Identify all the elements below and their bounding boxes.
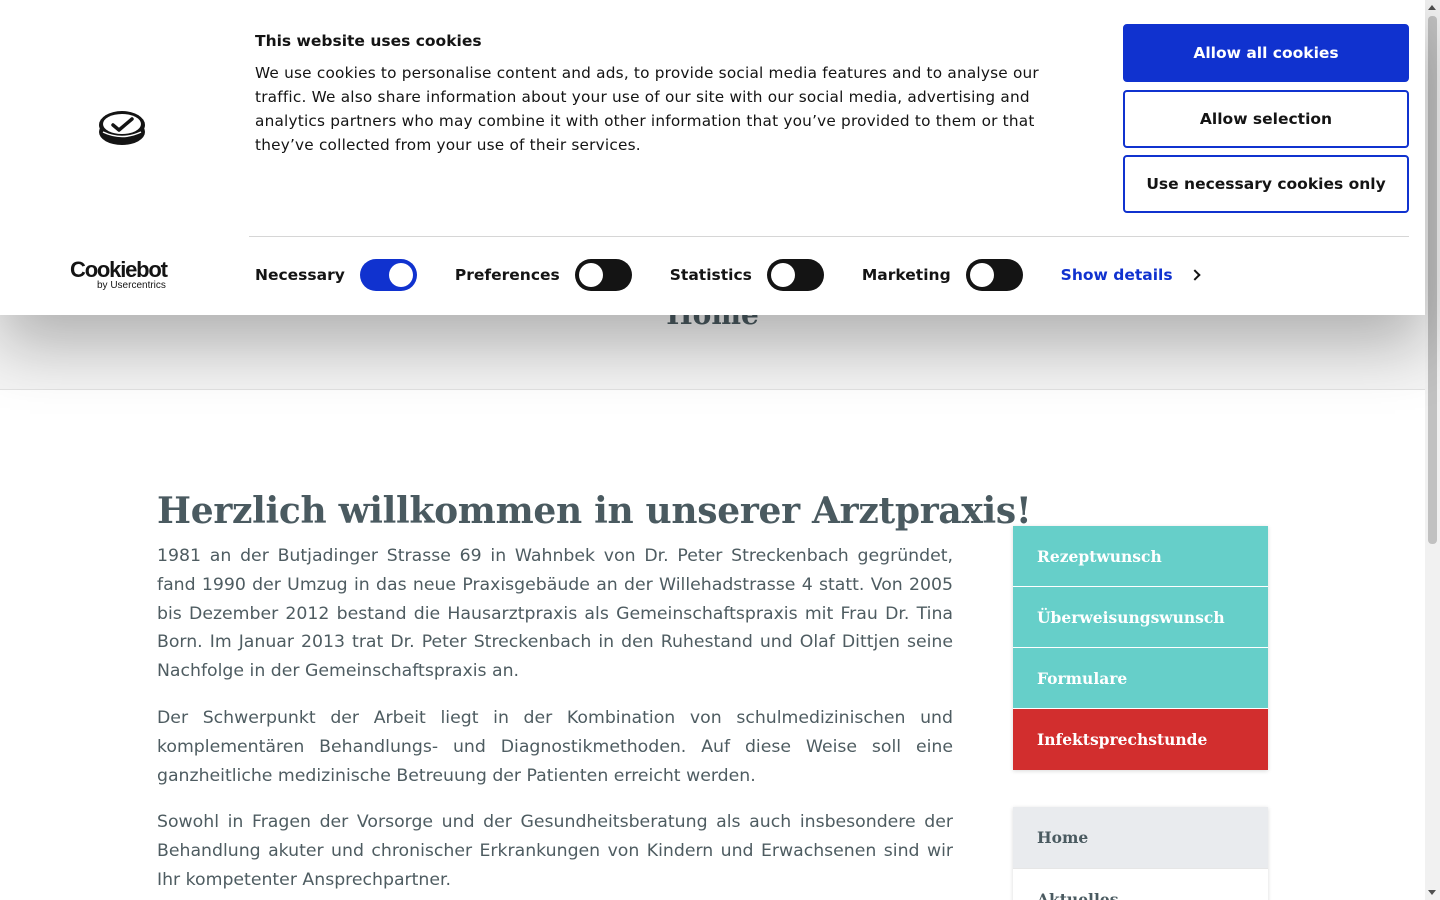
scroll-up-arrow-icon[interactable] (1428, 5, 1436, 10)
show-details-link[interactable]: Show details (1060, 266, 1201, 284)
cookie-check-icon (99, 111, 145, 145)
main-content: Herzlich willkommen in unserer Arztpraxi… (157, 490, 1032, 900)
necessary-label: Necessary (255, 266, 345, 284)
allow-selection-button[interactable]: Allow selection (1123, 90, 1409, 148)
marketing-toggle[interactable] (965, 259, 1023, 291)
preferences-toggle[interactable] (574, 259, 632, 291)
toggle-knob (388, 263, 413, 287)
consent-categories: Necessary Preferences Statistics Marketi… (255, 258, 1201, 292)
chevron-right-icon (1188, 269, 1201, 281)
cookie-banner-title: This website uses cookies (255, 32, 482, 50)
scroll-down-arrow-icon[interactable] (1428, 890, 1436, 895)
quick-link-ueberweisungswunsch[interactable]: Überweisungswunsch (1013, 587, 1268, 648)
quick-link-formulare[interactable]: Formulare (1013, 648, 1268, 709)
cookiebot-brand-name: Cookiebot (70, 257, 168, 282)
cookiebot-logo: Cookiebot by Usercentrics (70, 259, 180, 291)
scroll-thumb[interactable] (1428, 16, 1437, 544)
necessary-toggle[interactable] (359, 259, 417, 291)
focus-paragraph: Der Schwerpunkt der Arbeit liegt in der … (157, 707, 953, 786)
quick-link-infektsprechstunde[interactable]: Infektsprechstunde (1013, 709, 1268, 770)
allow-all-cookies-button[interactable]: Allow all cookies (1123, 24, 1409, 82)
quick-links: Rezeptwunsch Überweisungswunsch Formular… (1013, 526, 1268, 770)
cookie-banner: This website uses cookies We use cookies… (0, 0, 1425, 315)
show-details-label: Show details (1060, 266, 1173, 284)
cookie-banner-text: We use cookies to personalise content an… (255, 64, 1039, 154)
statistics-toggle[interactable] (766, 259, 824, 291)
toggle-knob (578, 263, 603, 287)
services-paragraph: Sowohl in Fragen der Vorsorge und der Ge… (157, 812, 953, 890)
quick-link-rezeptwunsch[interactable]: Rezeptwunsch (1013, 526, 1268, 587)
cookiebot-brand-sub: by Usercentrics (97, 280, 166, 291)
side-nav-item-aktuelles[interactable]: Aktuelles (1013, 869, 1268, 900)
scrollbar[interactable] (1425, 0, 1440, 900)
welcome-title: Herzlich willkommen in unserer Arztpraxi… (157, 490, 1032, 532)
toggle-knob (969, 263, 994, 287)
marketing-label: Marketing (861, 266, 951, 284)
preferences-label: Preferences (454, 266, 560, 284)
side-nav: Home Aktuelles (1013, 807, 1268, 900)
statistics-label: Statistics (669, 266, 752, 284)
side-nav-item-home[interactable]: Home (1013, 807, 1268, 869)
necessary-cookies-only-button[interactable]: Use necessary cookies only (1123, 155, 1409, 213)
cookie-banner-divider (249, 236, 1409, 237)
toggle-knob (770, 263, 795, 287)
intro-paragraph: 1981 an der Butjadinger Strasse 69 in Wa… (157, 546, 953, 682)
